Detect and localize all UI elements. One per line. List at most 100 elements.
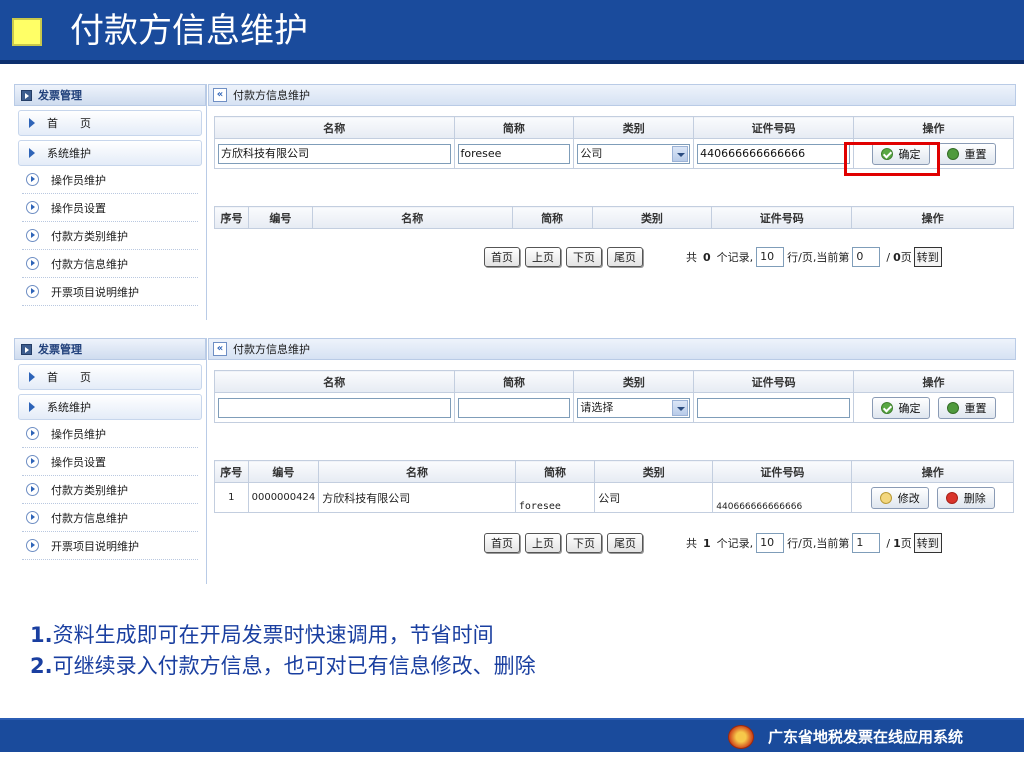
- chevron-down-icon: [672, 145, 689, 162]
- go-button[interactable]: 转到: [913, 533, 942, 553]
- refresh-icon: [946, 147, 959, 160]
- circle-arrow-icon: [26, 173, 39, 186]
- per-page-input[interactable]: 10: [756, 247, 785, 267]
- category-select[interactable]: 公司: [577, 143, 691, 164]
- circle-arrow-icon: [26, 455, 39, 468]
- triangle-right-icon: [29, 402, 35, 412]
- sidebar-item-payer-info[interactable]: 付款方信息维护: [22, 504, 198, 532]
- chevron-down-icon: [672, 399, 689, 416]
- column-header: 操作: [853, 116, 1014, 139]
- name-input[interactable]: [218, 397, 451, 418]
- pager-info: 共 0 个记录, 10 行/页,当前第 0 / 0 页 转到: [686, 247, 942, 267]
- column-header: 证件号码: [693, 116, 855, 139]
- bottom-strip: [0, 752, 1024, 768]
- first-page-button[interactable]: 首页: [484, 247, 520, 267]
- sidebar-header[interactable]: 发票管理: [14, 84, 206, 106]
- sidebar-item-label: 开票项目说明维护: [51, 539, 139, 553]
- tax-bureau-emblem-icon: [728, 725, 754, 749]
- sidebar-item-system[interactable]: 系统维护: [18, 394, 202, 420]
- sidebar-item-operator-settings[interactable]: 操作员设置: [22, 448, 198, 476]
- check-icon: [880, 401, 893, 414]
- edit-button[interactable]: 修改: [870, 486, 929, 509]
- sidebar-item-payer-info[interactable]: 付款方信息维护: [22, 250, 198, 278]
- title-bar: 付款方信息维护: [0, 0, 1024, 64]
- note-number: 1.: [30, 623, 53, 647]
- go-button[interactable]: 转到: [913, 247, 942, 267]
- current-page-input[interactable]: 0: [852, 247, 881, 267]
- row-id-number: 440666666666666: [712, 482, 853, 513]
- screenshot-panel-filled: 发票管理 首 页 系统维护 操作员维护 操作员设置 付款方类别维护 付款方信息维…: [0, 80, 1024, 320]
- column-header: 序号: [214, 206, 249, 229]
- sidebar-item-label: 系统维护: [47, 401, 91, 414]
- note-text: 资料生成即可在开局发票时快速调用，节省时间: [52, 623, 494, 647]
- sidebar-item-system[interactable]: 系统维护: [18, 140, 202, 166]
- row-seq: 1: [214, 482, 249, 513]
- sidebar-item-payer-category[interactable]: 付款方类别维护: [22, 222, 198, 250]
- circle-arrow-icon: [26, 539, 39, 552]
- circle-arrow-icon: [26, 483, 39, 496]
- next-page-button[interactable]: 下页: [566, 247, 602, 267]
- sidebar-item-operator-maintenance[interactable]: 操作员维护: [22, 420, 198, 448]
- sidebar-item-operator-maintenance[interactable]: 操作员维护: [22, 166, 198, 194]
- reset-button[interactable]: 重置: [937, 396, 996, 419]
- per-page-input[interactable]: 10: [756, 533, 785, 553]
- current-page-input[interactable]: 1: [852, 533, 881, 553]
- sidebar-item-home[interactable]: 首 页: [18, 110, 202, 136]
- column-header: 名称: [214, 116, 455, 139]
- short-name-input[interactable]: foresee: [457, 143, 571, 164]
- prev-page-button[interactable]: 上页: [525, 247, 561, 267]
- sidebar-header[interactable]: 发票管理: [14, 338, 206, 360]
- column-header: 操作: [853, 370, 1014, 393]
- category-select[interactable]: 请选择: [577, 397, 691, 418]
- row-code: 0000000424: [247, 482, 320, 513]
- circle-arrow-icon: [26, 285, 39, 298]
- sidebar-item-billing-item[interactable]: 开票项目说明维护: [22, 532, 198, 560]
- column-header: 证件号码: [711, 206, 853, 229]
- first-page-button[interactable]: 首页: [484, 533, 520, 553]
- circle-arrow-icon: [26, 511, 39, 524]
- breadcrumb-label: 付款方信息维护: [233, 89, 310, 102]
- per-page-suffix: 行/页,当前第: [787, 537, 850, 550]
- sidebar-item-home[interactable]: 首 页: [18, 364, 202, 390]
- payer-list-table: 序号 编号 名称 简称 类别 证件号码 操作 1 0000000424 方欣科技…: [214, 460, 1014, 513]
- delete-button[interactable]: 删除: [936, 486, 995, 509]
- next-page-button[interactable]: 下页: [566, 533, 602, 553]
- triangle-right-icon: [29, 118, 35, 128]
- column-header: 简称: [511, 206, 593, 229]
- screenshot-panel-list: 发票管理 首 页 系统维护 操作员维护 操作员设置 付款方类别维护 付款方信息维…: [0, 334, 1024, 584]
- sidebar-header-label: 发票管理: [38, 343, 82, 356]
- column-header: 编号: [247, 206, 313, 229]
- table-row: 1 0000000424 方欣科技有限公司 foresee 公司 4406666…: [214, 482, 1014, 513]
- sidebar-item-label: 付款方类别维护: [51, 483, 128, 497]
- column-header: 名称: [318, 460, 516, 483]
- minus-icon: [945, 491, 958, 504]
- total-suffix: 个记录,: [716, 537, 754, 550]
- sidebar-item-label: 操作员维护: [51, 173, 106, 187]
- reset-button[interactable]: 重置: [937, 142, 996, 165]
- pages-suffix: 页: [900, 537, 912, 550]
- content-area: « 付款方信息维护 名称 简称 类别 证件号码 操作 方欣科技有限公司 fore…: [208, 84, 1016, 320]
- sidebar: 发票管理 首 页 系统维护 操作员维护 操作员设置 付款方类别维护 付款方信息维…: [14, 338, 207, 584]
- circle-arrow-icon: [26, 257, 39, 270]
- confirm-button[interactable]: 确定: [871, 396, 930, 419]
- last-page-button[interactable]: 尾页: [607, 247, 643, 267]
- id-number-input[interactable]: [697, 397, 850, 418]
- last-page-button[interactable]: 尾页: [607, 533, 643, 553]
- name-input[interactable]: 方欣科技有限公司: [218, 143, 451, 164]
- sidebar-item-payer-category[interactable]: 付款方类别维护: [22, 476, 198, 504]
- prev-page-button[interactable]: 上页: [525, 533, 561, 553]
- id-number-input[interactable]: 440666666666666: [697, 143, 851, 164]
- sidebar-item-label: 系统维护: [47, 147, 91, 160]
- sidebar-item-label: 首 页: [47, 371, 91, 384]
- short-name-input[interactable]: [457, 397, 571, 418]
- note-item: 2.可继续录入付款方信息，也可对已有信息修改、删除: [30, 651, 536, 682]
- sidebar: 发票管理 首 页 系统维护 操作员维护 操作员设置 付款方类别维护 付款方信息维…: [14, 84, 207, 320]
- edit-icon: [879, 491, 892, 504]
- sidebar-item-operator-settings[interactable]: 操作员设置: [22, 194, 198, 222]
- double-left-arrow-icon[interactable]: «: [213, 342, 227, 356]
- sidebar-item-billing-item[interactable]: 开票项目说明维护: [22, 278, 198, 306]
- column-header: 操作: [851, 460, 1014, 483]
- breadcrumb: « 付款方信息维护: [208, 338, 1016, 360]
- column-header: 操作: [851, 206, 1014, 229]
- double-left-arrow-icon[interactable]: «: [213, 88, 227, 102]
